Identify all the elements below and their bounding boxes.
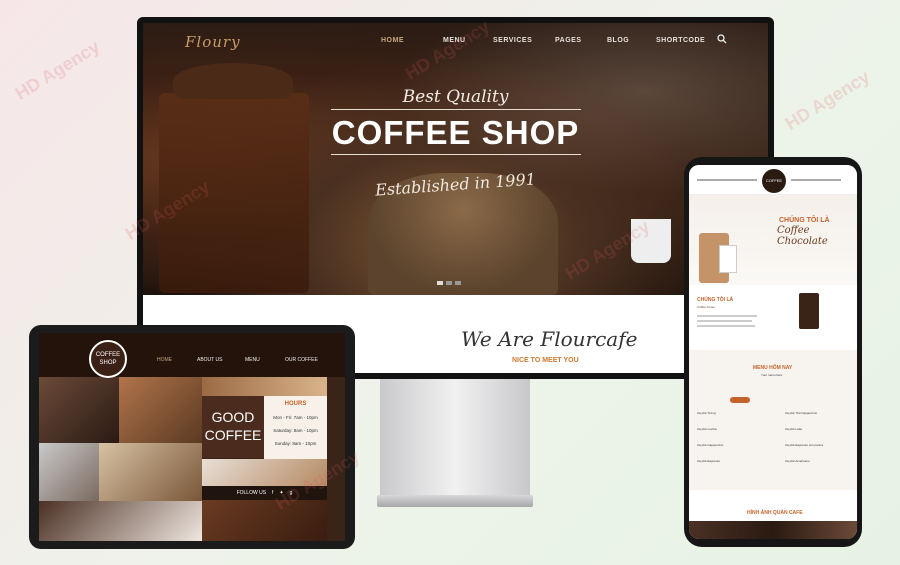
menu-subtitle: Your menu here xyxy=(761,373,783,377)
text-line xyxy=(697,320,752,322)
phone-device: COFFEE CHÚNG TÔI LÀ Coffee Chocolate CHÚ… xyxy=(684,157,862,547)
slider-dot[interactable] xyxy=(446,281,452,285)
hero-divider xyxy=(330,154,581,155)
follow-us-label: FOLLOW US xyxy=(236,490,267,496)
slider-dot[interactable] xyxy=(437,281,443,285)
phone-nav-links[interactable] xyxy=(791,179,841,181)
photo-tile xyxy=(39,377,119,443)
tablet-nav: HOME ABOUT US MENU OUR COFFEE xyxy=(39,333,345,377)
phone-hero-script: Coffee Chocolate xyxy=(777,225,828,247)
phone-hero: CHÚNG TÔI LÀ Coffee Chocolate xyxy=(689,195,857,285)
photo-tile xyxy=(99,443,202,501)
facebook-icon[interactable]: f xyxy=(272,490,273,496)
gallery-title: HÌNH ẢNH QUÁN CAFE xyxy=(747,510,803,516)
about-subtitle: NICE TO MEET YOU xyxy=(512,357,579,364)
site-logo[interactable]: Floury xyxy=(185,33,241,51)
tablet-device: HOME ABOUT US MENU OUR COFFEE COFFEE SHO… xyxy=(29,325,355,549)
tablet-nav-about[interactable]: ABOUT US xyxy=(197,357,222,363)
menu-item[interactable]: Cà phê Espresso con panna xyxy=(785,443,823,447)
nav-shortcode[interactable]: SHORTCODE xyxy=(656,37,705,44)
tablet-logo-line2: SHOP xyxy=(99,360,117,366)
takeaway-cup-image xyxy=(799,293,819,329)
nav-menu[interactable]: MENU xyxy=(443,37,466,44)
menu-item[interactable]: Cà phê mocha xyxy=(697,427,717,431)
menu-item[interactable]: Cà phê Cappuccino xyxy=(697,443,723,447)
hours-line: Saturday: 8am - 10pm xyxy=(273,428,318,433)
hero-title: COFFEE SHOP xyxy=(331,114,580,151)
phone-about-script: Coffee house xyxy=(697,305,715,309)
photo-tile xyxy=(39,443,99,501)
menu-title: MENU HÔM NAY xyxy=(753,365,793,371)
menu-section xyxy=(689,350,857,490)
nav-home[interactable]: HOME xyxy=(381,37,404,44)
watermark: HD Agency xyxy=(11,36,104,104)
coffee-cup-image xyxy=(631,219,671,263)
phone-logo[interactable]: COFFEE xyxy=(762,169,786,193)
menu-item[interactable]: Cà phê Latte xyxy=(785,427,802,431)
tablet-logo-line1: COFFEE xyxy=(95,352,121,358)
coffee-cup-image xyxy=(719,245,737,273)
tablet-nav-home[interactable]: HOME xyxy=(157,357,172,363)
menu-tab-button[interactable] xyxy=(730,397,750,403)
phone-about-title: CHÚNG TÔI LÀ xyxy=(697,297,734,303)
slider-dots xyxy=(437,281,461,285)
phone-screen: COFFEE CHÚNG TÔI LÀ Coffee Chocolate CHÚ… xyxy=(689,165,857,539)
nav-blog[interactable]: BLOG xyxy=(607,37,629,44)
monitor-stand xyxy=(380,379,530,497)
hero-divider xyxy=(330,109,581,110)
desktop-screen: Floury HOME MENU SERVICES PAGES BLOG SHO… xyxy=(143,23,768,373)
photo-tile xyxy=(202,377,327,396)
hours-title: HOURS xyxy=(284,401,307,407)
twitter-icon[interactable]: ✦ xyxy=(279,490,283,496)
text-line xyxy=(697,315,757,317)
phone-nav: COFFEE xyxy=(689,165,857,195)
photo-tile xyxy=(119,377,202,443)
hours-box: HOURS Mon - Fri: 7am - 10pm Saturday: 8a… xyxy=(264,396,327,459)
photo-tile xyxy=(39,501,202,541)
tablet-nav-coffee[interactable]: OUR COFFEE xyxy=(285,357,318,363)
tablet-nav-menu[interactable]: MENU xyxy=(245,357,260,363)
gallery-strip xyxy=(689,521,857,539)
menu-item[interactable]: Cà phê Trứng xyxy=(697,411,716,415)
watermark: HD Agency xyxy=(781,66,874,134)
menu-item[interactable]: Cà phê Trái Cappuccino xyxy=(785,411,817,415)
tablet-logo[interactable]: COFFEE SHOP xyxy=(89,340,127,378)
good-coffee-line2: COFFEE xyxy=(204,427,262,443)
follow-us-bar: FOLLOW US f ✦ g xyxy=(202,486,327,500)
photo-tile xyxy=(202,459,327,486)
text-line xyxy=(697,325,755,327)
monitor-base xyxy=(377,495,533,507)
menu-item[interactable]: Cà phê Espresso xyxy=(697,459,720,463)
hero-text: Best Quality COFFEE SHOP Established in … xyxy=(143,87,768,200)
phone-nav-links[interactable] xyxy=(697,179,757,181)
about-title: We Are Flourcafe xyxy=(461,327,638,351)
hero-tagline: Best Quality xyxy=(402,87,509,107)
good-coffee-line1: GOOD xyxy=(211,409,255,425)
hours-line: Mon - Fri: 7am - 10pm xyxy=(273,415,318,420)
nav-pages[interactable]: PAGES xyxy=(555,37,582,44)
phone-hero-small: CHÚNG TÔI LÀ xyxy=(779,217,830,224)
search-icon[interactable] xyxy=(717,34,727,44)
menu-item[interactable]: Cà phê Americano xyxy=(785,459,810,463)
slider-dot[interactable] xyxy=(455,281,461,285)
desktop-nav: Floury HOME MENU SERVICES PAGES BLOG SHO… xyxy=(143,23,768,63)
nav-services[interactable]: SERVICES xyxy=(493,37,532,44)
tablet-screen: HOME ABOUT US MENU OUR COFFEE COFFEE SHO… xyxy=(39,333,345,541)
good-coffee-box: GOOD COFFEE xyxy=(202,396,264,458)
photo-tile xyxy=(202,500,327,541)
google-plus-icon[interactable]: g xyxy=(290,490,293,496)
hours-line: Sunday: 8am - 10pm xyxy=(274,441,317,446)
